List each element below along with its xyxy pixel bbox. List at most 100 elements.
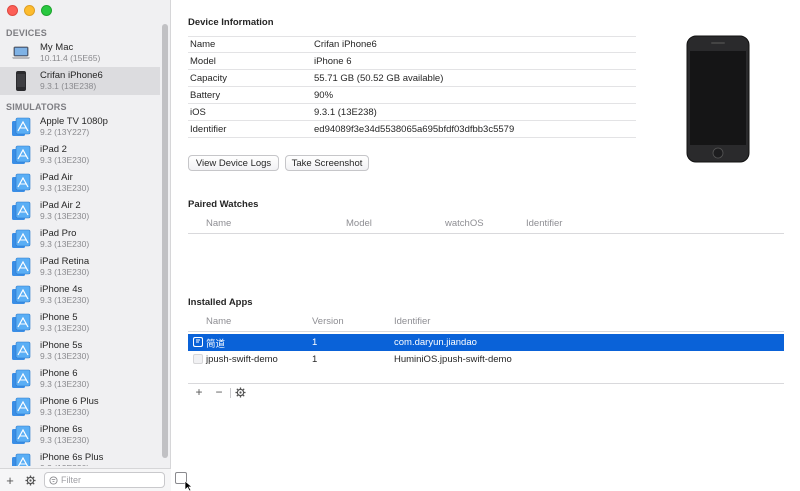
simulator-item[interactable]: iPhone 6 9.3 (13E230) bbox=[0, 365, 160, 393]
main-panel: Device Information Name Crifan iPhone6 M… bbox=[172, 0, 800, 491]
info-key: Battery bbox=[190, 89, 221, 101]
minus-icon: − bbox=[215, 385, 223, 399]
devices-window: DEVICES My Mac 10.11.4 (15E65) Crifan iP… bbox=[0, 0, 800, 491]
plus-icon: + bbox=[195, 385, 203, 399]
column-identifier[interactable]: Identifier bbox=[526, 218, 562, 229]
device-version: 10.11.4 (15E65) bbox=[40, 53, 101, 63]
sidebar-scrollbar[interactable] bbox=[160, 24, 171, 466]
info-value: ed94089f3e34d5538065a695bfdf03dfbb3c5579 bbox=[314, 123, 515, 135]
gear-icon bbox=[24, 474, 36, 486]
simulator-item[interactable]: iPad Air 2 9.3 (13E230) bbox=[0, 197, 160, 225]
app-identifier: com.daryun.jiandao bbox=[394, 337, 477, 348]
simulator-item[interactable]: iPad Pro 9.3 (13E230) bbox=[0, 225, 160, 253]
app-name: 简道 bbox=[206, 338, 226, 350]
laptop-icon bbox=[10, 42, 32, 64]
simulator-icon bbox=[10, 172, 32, 194]
scrollbar-thumb[interactable] bbox=[162, 24, 168, 458]
simulator-version: 9.3 (13E230) bbox=[40, 351, 90, 361]
info-row-ios: iOS 9.3.1 (13E238) bbox=[188, 104, 636, 121]
simulator-item[interactable]: iPhone 6 Plus 9.3 (13E230) bbox=[0, 393, 160, 421]
minimize-button[interactable] bbox=[24, 5, 35, 16]
device-version: 9.3.1 (13E238) bbox=[40, 81, 97, 91]
simulator-item[interactable]: iPad Retina 9.3 (13E230) bbox=[0, 253, 160, 281]
simulator-version: 9.3 (13E230) bbox=[40, 155, 90, 165]
app-row-jpush-swift-demo[interactable]: jpush-swift-demo 1 HuminiOS.jpush-swift-… bbox=[188, 351, 784, 368]
info-value: Crifan iPhone6 bbox=[314, 39, 377, 50]
app-icon bbox=[193, 337, 203, 347]
simulator-icon bbox=[10, 340, 32, 362]
info-key: Identifier bbox=[190, 123, 227, 135]
filter-icon bbox=[49, 475, 58, 485]
app-icon bbox=[193, 354, 203, 364]
app-version: 1 bbox=[312, 337, 318, 348]
simulator-version: 9.2 (13Y227) bbox=[40, 127, 90, 137]
info-key: Model bbox=[190, 55, 216, 67]
add-device-button[interactable]: + bbox=[0, 470, 20, 490]
column-version[interactable]: Version bbox=[312, 316, 344, 327]
simulator-item[interactable]: Apple TV 1080p 9.2 (13Y227) bbox=[0, 113, 160, 141]
apps-table-header: Name Version Identifier bbox=[188, 312, 784, 332]
simulator-item[interactable]: iPhone 5s 9.3 (13E230) bbox=[0, 337, 160, 365]
simulator-item[interactable]: iPad 2 9.3 (13E230) bbox=[0, 141, 160, 169]
device-list[interactable]: DEVICES My Mac 10.11.4 (15E65) Crifan iP… bbox=[0, 24, 160, 466]
close-button[interactable] bbox=[7, 5, 18, 16]
settings-button[interactable] bbox=[20, 470, 40, 490]
simulators-header: SIMULATORS bbox=[6, 102, 67, 112]
simulator-name: iPhone 5 bbox=[40, 312, 78, 323]
info-value: 90% bbox=[314, 89, 334, 101]
simulator-icon bbox=[10, 256, 32, 278]
simulator-icon bbox=[10, 396, 32, 418]
column-identifier[interactable]: Identifier bbox=[394, 316, 430, 327]
app-row-jiandao[interactable]: 简道 1 com.daryun.jiandao bbox=[188, 334, 784, 351]
simulator-item[interactable]: iPad Air 9.3 (13E230) bbox=[0, 169, 160, 197]
simulator-item[interactable]: iPhone 4s 9.3 (13E230) bbox=[0, 281, 160, 309]
simulator-icon bbox=[10, 312, 32, 334]
watches-table-header: Name Model watchOS Identifier bbox=[188, 214, 784, 234]
simulator-icon bbox=[10, 228, 32, 250]
simulator-version: 9.3 (13E230) bbox=[40, 463, 103, 466]
column-name[interactable]: Name bbox=[206, 316, 231, 327]
device-item-crifan-iphone6[interactable]: Crifan iPhone6 9.3.1 (13E238) bbox=[0, 67, 160, 95]
window-controls bbox=[7, 5, 52, 16]
simulator-version: 9.3 (13E230) bbox=[40, 323, 90, 333]
app-settings-button[interactable] bbox=[231, 385, 249, 399]
simulator-version: 9.3 (13E230) bbox=[40, 239, 90, 249]
paired-watches-title: Paired Watches bbox=[188, 199, 259, 210]
take-screenshot-button[interactable]: Take Screenshot bbox=[285, 155, 369, 171]
app-name: jpush-swift-demo bbox=[206, 354, 278, 365]
simulator-name: iPhone 6s bbox=[40, 424, 83, 435]
iphone-icon bbox=[10, 70, 32, 92]
simulator-icon bbox=[10, 116, 32, 138]
simulator-item[interactable]: iPhone 5 9.3 (13E230) bbox=[0, 309, 160, 337]
simulator-item[interactable]: iPhone 6s 9.3 (13E230) bbox=[0, 421, 160, 449]
filter-field[interactable] bbox=[44, 472, 165, 488]
view-device-logs-button[interactable]: View Device Logs bbox=[188, 155, 279, 171]
column-name[interactable]: Name bbox=[206, 218, 231, 229]
filter-input[interactable] bbox=[61, 475, 161, 485]
simulator-icon bbox=[10, 284, 32, 306]
device-item-my-mac[interactable]: My Mac 10.11.4 (15E65) bbox=[0, 39, 160, 67]
apps-table-footer bbox=[188, 383, 784, 384]
sidebar-toolbar: + bbox=[0, 468, 171, 491]
device-image bbox=[686, 35, 750, 166]
simulator-name: iPhone 4s bbox=[40, 284, 83, 295]
simulator-version: 9.3 (13E230) bbox=[40, 267, 90, 277]
install-app-button[interactable]: + bbox=[190, 385, 208, 399]
simulator-item[interactable]: iPhone 6s Plus9.3 (13E230) bbox=[0, 449, 160, 466]
column-watchos[interactable]: watchOS bbox=[445, 218, 484, 229]
simulator-name: iPhone 6s Plus bbox=[40, 452, 104, 463]
installed-apps-title: Installed Apps bbox=[188, 297, 253, 308]
info-value: 9.3.1 (13E238) bbox=[314, 106, 377, 118]
device-info-title: Device Information bbox=[188, 17, 274, 28]
simulator-icon bbox=[10, 424, 32, 446]
zoom-button[interactable] bbox=[41, 5, 52, 16]
simulator-version: 9.3 (13E230) bbox=[40, 295, 90, 305]
simulator-name: iPad 2 bbox=[40, 144, 67, 155]
simulator-list: Apple TV 1080p 9.2 (13Y227) iPad 2 9.3 (13E… bbox=[0, 113, 160, 466]
simulator-icon bbox=[10, 368, 32, 390]
info-row-name: Name Crifan iPhone6 bbox=[188, 36, 636, 53]
remove-app-button[interactable]: − bbox=[210, 385, 228, 399]
info-row-capacity: Capacity 55.71 GB (50.52 GB available) bbox=[188, 70, 636, 87]
devices-header: DEVICES bbox=[6, 28, 47, 38]
column-model[interactable]: Model bbox=[346, 218, 372, 229]
